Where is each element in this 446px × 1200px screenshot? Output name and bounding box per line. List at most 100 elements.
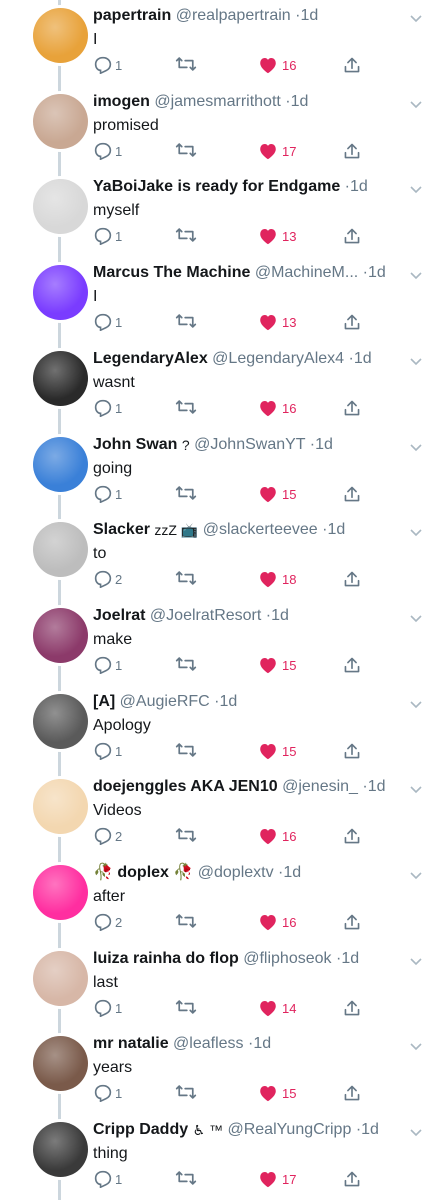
avatar[interactable]	[30, 519, 91, 580]
avatar[interactable]	[30, 1119, 91, 1180]
chevron-down-icon[interactable]	[410, 1038, 422, 1051]
avatar[interactable]	[30, 348, 91, 409]
retweet-button[interactable]	[175, 656, 197, 672]
avatar[interactable]	[30, 691, 91, 752]
user-handle[interactable]: @fliphoseok	[243, 950, 331, 967]
tweet-timestamp[interactable]: 1d	[341, 950, 359, 967]
user-handle[interactable]: @jamesmarrithott	[154, 93, 281, 110]
user-handle[interactable]: @LegendaryAlex4	[212, 350, 344, 367]
retweet-button[interactable]	[175, 142, 197, 158]
user-handle[interactable]: @slackerteevee	[203, 521, 318, 538]
chevron-down-icon[interactable]	[410, 1124, 422, 1137]
user-display-name[interactable]: [A]	[93, 693, 115, 710]
tweet-timestamp[interactable]: 1d	[368, 264, 386, 281]
like-button[interactable]: 15	[258, 742, 296, 760]
chevron-down-icon[interactable]	[410, 353, 422, 366]
share-button[interactable]	[343, 485, 361, 503]
avatar[interactable]	[30, 605, 91, 666]
user-display-name[interactable]: papertrain	[93, 7, 171, 24]
tweet-item[interactable]: Joelrat @JoelratResort ·1d make 1 15	[0, 600, 446, 686]
like-button[interactable]: 16	[258, 827, 296, 845]
like-button[interactable]: 15	[258, 485, 296, 503]
chevron-down-icon[interactable]	[410, 610, 422, 623]
tweet-item[interactable]: LegendaryAlex @LegendaryAlex4 ·1d wasnt …	[0, 343, 446, 429]
like-button[interactable]: 17	[258, 142, 296, 160]
retweet-button[interactable]	[175, 485, 197, 501]
tweet-item[interactable]: 🥀 doplex 🥀 @doplextv ·1d after 2 16	[0, 857, 446, 943]
user-display-name[interactable]: Joelrat	[93, 607, 145, 624]
tweet-timestamp[interactable]: 1d	[368, 778, 386, 795]
reply-button[interactable]: 1	[93, 227, 122, 245]
user-display-name[interactable]: LegendaryAlex	[93, 350, 208, 367]
tweet-timestamp[interactable]: 1d	[327, 521, 345, 538]
reply-button[interactable]: 1	[93, 999, 122, 1017]
chevron-down-icon[interactable]	[410, 781, 422, 794]
avatar[interactable]	[30, 5, 91, 66]
user-display-name[interactable]: John Swan	[93, 436, 177, 453]
share-button[interactable]	[343, 656, 361, 674]
tweet-item[interactable]: Cripp Daddy ♿ ™ @RealYungCripp ·1d thing…	[0, 1114, 446, 1200]
tweet-item[interactable]: Slacker zzZ 📺 @slackerteevee ·1d to 2 18	[0, 514, 446, 600]
share-button[interactable]	[343, 827, 361, 845]
user-handle[interactable]: @RealYungCripp	[227, 1121, 351, 1138]
avatar[interactable]	[30, 434, 91, 495]
user-handle[interactable]: @jenesin_	[282, 778, 358, 795]
tweet-timestamp[interactable]: 1d	[220, 693, 238, 710]
tweet-item[interactable]: imogen @jamesmarrithott ·1d promised 1 1…	[0, 86, 446, 172]
like-button[interactable]: 13	[258, 227, 296, 245]
retweet-button[interactable]	[175, 570, 197, 586]
share-button[interactable]	[343, 56, 361, 74]
avatar[interactable]	[30, 948, 91, 1009]
user-display-name[interactable]: YaBoiJake is ready for Endgame	[93, 178, 340, 195]
like-button[interactable]: 16	[258, 56, 296, 74]
tweet-timestamp[interactable]: 1d	[291, 93, 309, 110]
tweet-item[interactable]: YaBoiJake is ready for Endgame ·1d mysel…	[0, 171, 446, 257]
tweet-item[interactable]: luiza rainha do flop @fliphoseok ·1d las…	[0, 943, 446, 1029]
user-handle[interactable]: @doplextv	[198, 864, 274, 881]
retweet-button[interactable]	[175, 313, 197, 329]
reply-button[interactable]: 2	[93, 913, 122, 931]
tweet-item[interactable]: Marcus The Machine @MachineM... ·1d I 1 …	[0, 257, 446, 343]
reply-button[interactable]: 1	[93, 142, 122, 160]
reply-button[interactable]: 2	[93, 570, 122, 588]
chevron-down-icon[interactable]	[410, 96, 422, 109]
chevron-down-icon[interactable]	[410, 439, 422, 452]
user-handle[interactable]: @JohnSwanYT	[194, 436, 305, 453]
user-handle[interactable]: @realpapertrain	[176, 7, 291, 24]
retweet-button[interactable]	[175, 1084, 197, 1100]
tweet-item[interactable]: mr natalie @leafless ·1d years 1 15	[0, 1028, 446, 1114]
reply-button[interactable]: 1	[93, 1170, 122, 1188]
like-button[interactable]: 14	[258, 999, 296, 1017]
share-button[interactable]	[343, 913, 361, 931]
chevron-down-icon[interactable]	[410, 867, 422, 880]
user-display-name[interactable]: imogen	[93, 93, 150, 110]
avatar[interactable]	[30, 776, 91, 837]
tweet-timestamp[interactable]: 1d	[253, 1035, 271, 1052]
user-display-name[interactable]: mr natalie	[93, 1035, 169, 1052]
retweet-button[interactable]	[175, 1170, 197, 1186]
tweet-item[interactable]: papertrain @realpapertrain ·1d I 1 16	[0, 0, 446, 86]
chevron-down-icon[interactable]	[410, 10, 422, 23]
like-button[interactable]: 18	[258, 570, 296, 588]
share-button[interactable]	[343, 999, 361, 1017]
tweet-item[interactable]: John Swan ? @JohnSwanYT ·1d going 1 15	[0, 429, 446, 515]
chevron-down-icon[interactable]	[410, 524, 422, 537]
share-button[interactable]	[343, 570, 361, 588]
retweet-button[interactable]	[175, 227, 197, 243]
chevron-down-icon[interactable]	[410, 267, 422, 280]
avatar[interactable]	[30, 91, 91, 152]
tweet-item[interactable]: doejenggles AKA JEN10 @jenesin_ ·1d Vide…	[0, 771, 446, 857]
tweet-timestamp[interactable]: 1d	[361, 1121, 379, 1138]
retweet-button[interactable]	[175, 742, 197, 758]
user-handle[interactable]: @leafless	[173, 1035, 244, 1052]
avatar[interactable]	[30, 1033, 91, 1094]
chevron-down-icon[interactable]	[410, 696, 422, 709]
user-display-name[interactable]: 🥀 doplex 🥀	[93, 864, 193, 881]
like-button[interactable]: 17	[258, 1170, 296, 1188]
reply-button[interactable]: 2	[93, 827, 122, 845]
share-button[interactable]	[343, 1084, 361, 1102]
reply-button[interactable]: 1	[93, 56, 122, 74]
retweet-button[interactable]	[175, 399, 197, 415]
reply-button[interactable]: 1	[93, 656, 122, 674]
share-button[interactable]	[343, 1170, 361, 1188]
